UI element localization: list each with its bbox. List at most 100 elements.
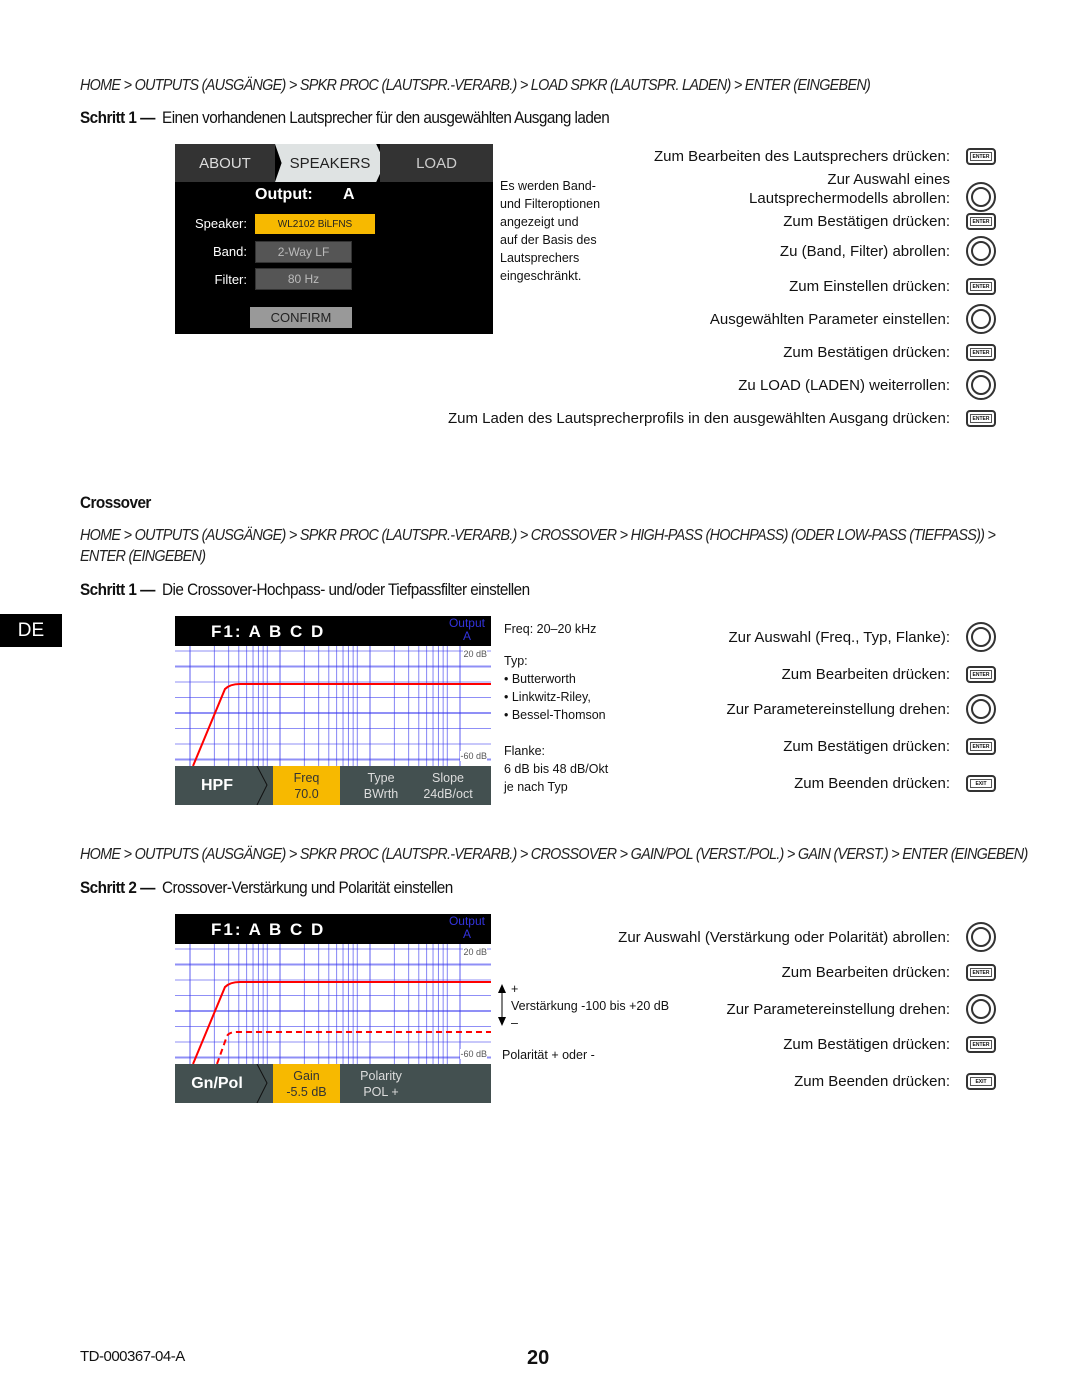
instruction-text: Zum Bestätigen drücken:: [783, 737, 950, 756]
icon-label: ENTER: [972, 671, 990, 678]
gain-polarity-screen: F1: A B C D Output A 20 dB -60 dB Gn/Pol …: [175, 914, 491, 1103]
instruction-text: Zum Bestätigen drücken:: [783, 343, 950, 362]
step-heading: Schritt 2 — Crossover-Verstärkung und Pol…: [80, 878, 453, 898]
icon-label: EXIT: [975, 1078, 987, 1085]
document-id: TD-000367-04-A: [80, 1348, 185, 1365]
instruction-line: Zur Auswahl (Verstärkung oder Polarität)…: [618, 929, 950, 946]
instruction-line: Ausgewählten Parameter einstellen:: [709, 311, 950, 328]
polarity-value: POL +: [363, 1084, 399, 1099]
language-tab: DE: [0, 614, 62, 647]
freq-range: Freq: 20–20 kHz: [504, 622, 597, 636]
chevron-right-icon: [256, 766, 268, 805]
icon-label: EXIT: [975, 780, 987, 787]
instruction-line: Zur Auswahl (Freq., Typ, Flanke):: [728, 629, 950, 646]
exit-button-icon: EXIT: [966, 1073, 996, 1090]
instruction-line: Zum Bestätigen drücken:: [783, 213, 950, 230]
note-line: eingeschränkt.: [500, 269, 582, 283]
slope-note: je nach Typ: [504, 780, 568, 794]
icon-label: ENTER: [972, 969, 990, 976]
db-bottom-label: -60 dB: [460, 1049, 487, 1059]
step-heading: Schritt 1 — Einen vorhandenen Lautspreche…: [80, 108, 610, 128]
type-param[interactable]: Type BWrth: [350, 766, 412, 805]
filter-field[interactable]: 80 Hz: [255, 268, 352, 290]
instruction-text: Zum Laden des Lautsprecherprofils in den…: [448, 409, 950, 428]
instruction-text: Zum Beenden drücken:: [794, 774, 950, 793]
instruction-line: Zum Bearbeiten drücken:: [781, 964, 950, 981]
parameter-bar: HPF Freq 70.0 Type BWrth Slope 24dB/oct: [175, 766, 491, 805]
type-item: • Linkwitz-Riley,: [504, 690, 591, 704]
rotary-knob-icon: [966, 236, 996, 266]
enter-button-icon: ENTER: [966, 344, 996, 361]
band-label: Band:: [213, 244, 247, 259]
note-line: Es werden Band-: [500, 179, 596, 193]
rotary-knob-icon: [966, 694, 996, 724]
instruction-text: Zur Auswahl (Verstärkung oder Polarität)…: [618, 928, 950, 947]
mode-label[interactable]: HPF: [175, 766, 259, 805]
frequency-response-graph: [175, 646, 491, 766]
filter-title: F1: A B C D: [211, 622, 326, 641]
instruction-line: Zum Bestätigen drücken:: [783, 738, 950, 755]
note-line: auf der Basis des: [500, 233, 597, 247]
hpf-screen: F1: A B C D Output A 20 dB -60 dB HPF Fre…: [175, 616, 491, 805]
instruction-text: Zur Parametereinstellung drehen:: [727, 700, 950, 719]
note-line: und Filteroptionen: [500, 197, 601, 211]
slope-param[interactable]: Slope 24dB/oct: [415, 766, 481, 805]
instruction-line: Zum Beenden drücken:: [794, 775, 950, 792]
chevron-right-icon: [256, 1064, 268, 1103]
instruction-text: Zum Bearbeiten drücken:: [782, 963, 950, 982]
screen-header: F1: A B C D Output A: [175, 616, 491, 646]
gain-range: Verstärkung -100 bis +20 dB: [511, 999, 670, 1013]
type-item: • Butterworth: [504, 672, 576, 686]
response-curve: [192, 981, 491, 1064]
polarity-param[interactable]: Polarity POL +: [350, 1064, 412, 1103]
step-title: Crossover-Verstärkung und Polarität eins…: [162, 878, 453, 897]
icon-label: ENTER: [972, 349, 990, 356]
instruction-line: Zum Bearbeiten des Lautsprechers drücken…: [654, 148, 950, 165]
instruction-line: Zu LOAD (LADEN) weiterrollen:: [738, 377, 950, 394]
page-number: 20: [527, 1347, 550, 1369]
icon-label: ENTER: [972, 1041, 990, 1048]
mode-label[interactable]: Gn/Pol: [175, 1064, 259, 1103]
db-bottom-label: -60 dB: [460, 751, 487, 761]
slope-range: 6 dB bis 48 dB/Okt: [504, 762, 609, 776]
type-heading: Typ:: [504, 654, 528, 668]
instruction-text: Zur Parametereinstellung drehen:: [727, 1000, 950, 1019]
speaker-field[interactable]: WL2102 BiLFNS: [255, 214, 375, 234]
output-label: Output:: [255, 186, 313, 203]
step-label: Schritt 1 —: [80, 108, 155, 127]
enter-button-icon: ENTER: [966, 738, 996, 755]
gain-value: -5.5 dB: [286, 1084, 327, 1099]
enter-button-icon: ENTER: [966, 666, 996, 683]
step-title: Einen vorhandenen Lautsprecher für den a…: [162, 108, 610, 127]
db-top-label: 20 dB: [463, 947, 487, 957]
confirm-button[interactable]: CONFIRM: [250, 307, 352, 328]
band-field[interactable]: 2-Way LF: [255, 241, 352, 263]
breadcrumb-continued: ENTER (EINGEBEN): [80, 548, 206, 565]
rotary-knob-icon: [966, 922, 996, 952]
filter-note: Freq: 20–20 kHz Typ: • Butterworth • Lin…: [504, 620, 608, 796]
enter-button-icon: ENTER: [966, 148, 996, 165]
type-label: Type: [367, 770, 395, 785]
output-indicator: Output A: [449, 915, 485, 941]
note-line: angezeigt und: [500, 215, 579, 229]
rotary-knob-icon: [966, 304, 996, 334]
step-label: Schritt 1 —: [80, 580, 155, 599]
instruction-text: Zum Einstellen drücken:: [789, 277, 950, 296]
instruction-line: Zum Einstellen drücken:: [789, 278, 950, 295]
step-label: Schritt 2 —: [80, 878, 155, 897]
up-down-arrow-icon: [498, 984, 506, 1026]
tab-about[interactable]: ABOUT: [175, 144, 275, 182]
freq-param[interactable]: Freq 70.0: [273, 766, 340, 805]
enter-button-icon: ENTER: [966, 213, 996, 230]
icon-label: ENTER: [972, 743, 990, 750]
instruction-text: Zum Bestätigen drücken:: [783, 1035, 950, 1054]
gain-param[interactable]: Gain -5.5 dB: [273, 1064, 340, 1103]
instruction-text: Zu LOAD (LADEN) weiterrollen:: [738, 376, 950, 395]
polarity-note: Polarität + oder -: [502, 1048, 595, 1062]
instruction-text: Zum Bearbeiten drücken:: [782, 665, 950, 684]
tab-load[interactable]: LOAD: [380, 144, 493, 182]
instruction-text: Zum Bearbeiten des Lautsprechers drücken…: [654, 147, 950, 166]
freq-value: 70.0: [294, 786, 319, 801]
tab-speakers[interactable]: SPEAKERS: [275, 144, 385, 182]
output-value: A: [343, 186, 355, 203]
